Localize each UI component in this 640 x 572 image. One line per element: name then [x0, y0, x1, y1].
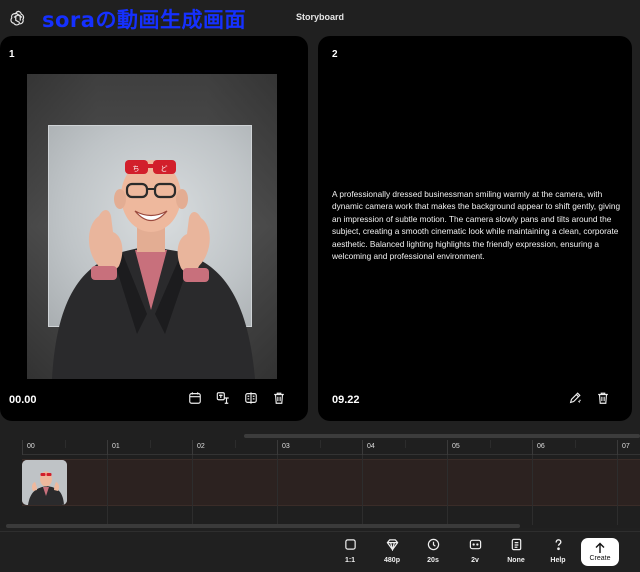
- variations-icon: [469, 539, 481, 550]
- timeline-ruler: 00 01 02 03 04 05 06 07: [22, 440, 640, 455]
- timeline-tick: 00: [22, 440, 35, 455]
- card-number: 1: [9, 49, 15, 60]
- businessman-image: ち ど: [52, 160, 255, 379]
- create-button[interactable]: Create: [581, 538, 619, 566]
- bottom-toolbar: 1:1 480p 20s 2v None Help: [0, 531, 640, 572]
- help-button[interactable]: Help: [541, 538, 575, 568]
- storyboard-card-1[interactable]: 1 ち ど 00.00: [0, 36, 308, 421]
- timeline-tick: 03: [277, 440, 290, 455]
- document-icon: [511, 538, 521, 551]
- calendar-icon[interactable]: [186, 389, 204, 407]
- variations-button[interactable]: 2v: [458, 538, 492, 568]
- storyboard-card-2[interactable]: 2 A professionally dressed businessman s…: [318, 36, 632, 421]
- timeline[interactable]: 00 01 02 03 04 05 06 07: [0, 440, 640, 528]
- clip-thumbnail[interactable]: [22, 460, 67, 505]
- card-actions: [566, 389, 612, 407]
- duration-button[interactable]: 20s: [416, 538, 450, 568]
- svg-text:ど: ど: [161, 165, 168, 173]
- horizontal-scrollbar[interactable]: [244, 434, 640, 438]
- arrow-up-icon: [595, 542, 605, 553]
- page-title: Storyboard: [295, 12, 344, 22]
- trash-icon[interactable]: [270, 389, 288, 407]
- trash-icon[interactable]: [594, 389, 612, 407]
- video-frame[interactable]: ち ど: [27, 74, 277, 379]
- clip-start-time: 09.22: [332, 394, 360, 406]
- question-icon: [554, 539, 562, 551]
- compare-icon[interactable]: [242, 389, 260, 407]
- timeline-tick: 05: [447, 440, 460, 455]
- timeline-tick: 02: [192, 440, 205, 455]
- card-number: 2: [332, 49, 338, 60]
- timeline-tick: 06: [532, 440, 545, 455]
- preset-button[interactable]: None: [499, 538, 533, 568]
- square-icon: [344, 539, 356, 550]
- video-track[interactable]: [22, 459, 640, 506]
- timeline-scrollbar[interactable]: [6, 524, 520, 528]
- prompt-text[interactable]: A professionally dressed businessman smi…: [332, 188, 622, 262]
- aspect-ratio-button[interactable]: 1:1: [333, 538, 367, 568]
- translate-icon[interactable]: [214, 389, 232, 407]
- diamond-icon: [386, 539, 398, 551]
- svg-text:ち: ち: [133, 165, 140, 173]
- timeline-tick: 01: [107, 440, 120, 455]
- card-actions: [186, 389, 288, 407]
- resolution-button[interactable]: 480p: [375, 538, 409, 568]
- edit-icon[interactable]: [566, 389, 584, 407]
- top-bar: soraの動画生成画面 Storyboard: [0, 0, 640, 36]
- clip-start-time: 00.00: [9, 394, 37, 406]
- timeline-tick: 07: [617, 440, 630, 455]
- timeline-tick: 04: [362, 440, 375, 455]
- clock-icon: [427, 538, 439, 551]
